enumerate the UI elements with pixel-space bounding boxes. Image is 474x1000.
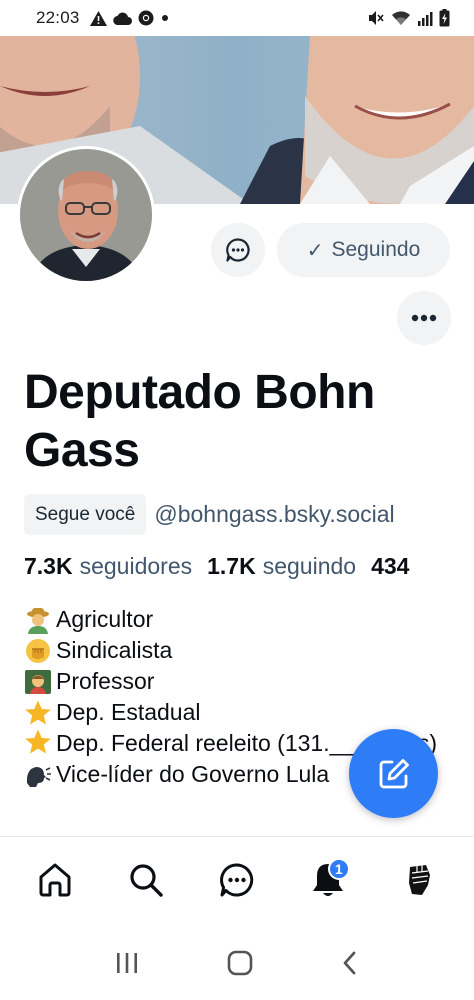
bio-line: Professor bbox=[24, 666, 454, 697]
search-icon bbox=[130, 863, 163, 897]
following-count[interactable]: 1.7K bbox=[207, 553, 256, 580]
more-options-button[interactable] bbox=[397, 291, 451, 345]
cloud-icon bbox=[112, 12, 132, 25]
chat-icon bbox=[220, 862, 254, 896]
notification-badge: 1 bbox=[327, 857, 350, 880]
farmer-emoji-icon bbox=[24, 606, 56, 634]
bio-line: Sindicalista bbox=[24, 635, 454, 666]
back-icon bbox=[343, 951, 356, 974]
signal-icon bbox=[417, 11, 433, 26]
mute-icon bbox=[367, 10, 385, 26]
dot-icon bbox=[160, 13, 170, 23]
home-square-icon bbox=[227, 950, 253, 975]
fist-emoji-icon bbox=[24, 637, 56, 665]
nav-notifications[interactable]: 1 bbox=[300, 852, 356, 908]
following-button-label: Seguindo bbox=[331, 238, 421, 261]
message-button[interactable] bbox=[211, 223, 265, 277]
bio-line: Dep. Estadual bbox=[24, 697, 454, 728]
compose-icon bbox=[379, 758, 409, 788]
profile-avatar[interactable] bbox=[17, 146, 155, 284]
followers-count[interactable]: 7.3K bbox=[24, 553, 73, 580]
check-icon: ✓ bbox=[306, 239, 324, 262]
following-label[interactable]: seguindo bbox=[263, 553, 356, 580]
posts-count: 434 bbox=[371, 553, 410, 579]
nav-home[interactable] bbox=[27, 852, 83, 908]
warning-icon bbox=[89, 10, 107, 26]
follows-you-badge: Segue você bbox=[24, 494, 147, 535]
recents-icon bbox=[116, 952, 137, 973]
ellipsis-icon bbox=[411, 314, 437, 322]
chat-bubble-icon bbox=[226, 238, 250, 262]
home-icon bbox=[39, 863, 71, 896]
teacher-emoji-icon bbox=[24, 668, 56, 696]
nav-search[interactable] bbox=[118, 852, 174, 908]
android-navigation-bar bbox=[0, 930, 474, 1000]
handle-row: Segue você @bohngass.bsky.social bbox=[24, 494, 395, 535]
profile-stats: 7.3K seguidores 1.7K seguindo 434 bbox=[24, 553, 409, 580]
followers-label[interactable]: seguidores bbox=[80, 553, 193, 580]
battery-icon bbox=[439, 9, 450, 27]
back-button[interactable] bbox=[340, 950, 360, 981]
wifi-icon bbox=[391, 10, 411, 26]
following-button[interactable]: ✓ Seguindo bbox=[277, 223, 450, 277]
star-emoji-icon bbox=[24, 728, 56, 756]
profile-fist-icon bbox=[400, 861, 437, 898]
bottom-navigation: 1 bbox=[0, 836, 474, 922]
chrome-icon bbox=[138, 10, 154, 26]
profile-handle: @bohngass.bsky.social bbox=[154, 501, 395, 527]
compose-post-button[interactable] bbox=[349, 729, 438, 818]
profile-display-name: Deputado Bohn Gass bbox=[24, 366, 375, 477]
bio-line: Agricultor bbox=[24, 604, 454, 635]
status-time: 22:03 bbox=[36, 8, 80, 27]
status-bar: 22:03 bbox=[0, 0, 474, 36]
recents-button[interactable] bbox=[114, 951, 140, 980]
star-emoji-icon bbox=[24, 699, 56, 727]
home-nav-button[interactable] bbox=[227, 950, 253, 981]
speaking-head-emoji-icon bbox=[24, 761, 56, 789]
nav-chat[interactable] bbox=[209, 852, 265, 908]
nav-profile[interactable] bbox=[391, 852, 447, 908]
